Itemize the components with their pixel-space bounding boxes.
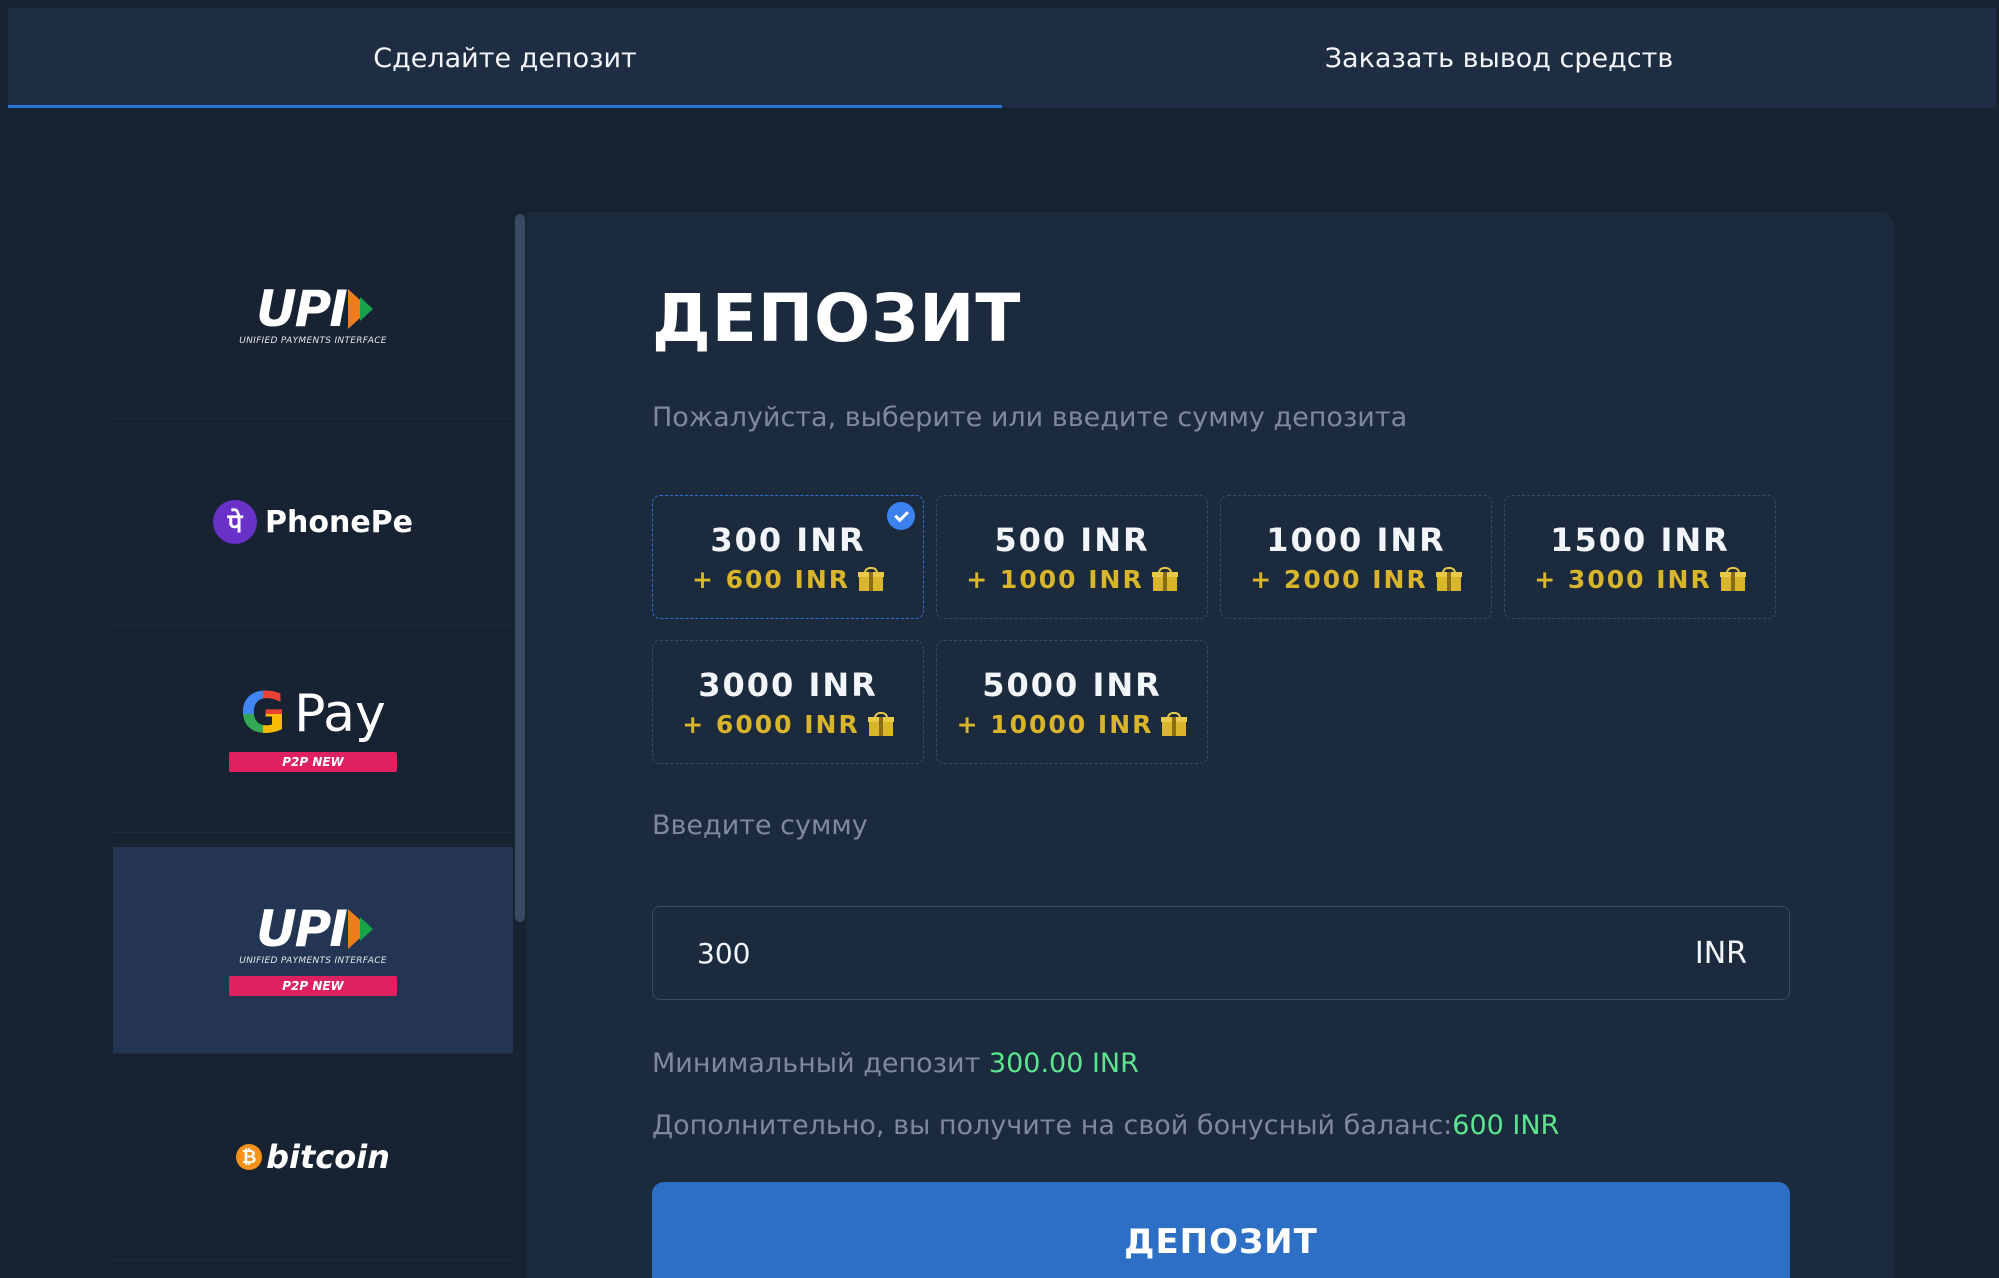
gpay-logo: G Pay	[240, 681, 386, 746]
page: Сделайте депозит Заказать вывод средств …	[0, 0, 1999, 1278]
minimum-deposit-value: 300.00 INR	[988, 1048, 1139, 1079]
phonepe-logo: पे PhonePe	[213, 500, 413, 544]
upi-logo-text: UPI	[256, 900, 348, 958]
bitcoin-logo: ₿ bitcoin	[236, 1138, 390, 1176]
bitcoin-logo-text: bitcoin	[266, 1138, 390, 1176]
method-phonepe[interactable]: पे PhonePe	[113, 419, 513, 626]
tab-deposit[interactable]: Сделайте депозит	[8, 8, 1002, 108]
amount-bonus-text: + 10000 INR	[956, 709, 1154, 739]
deposit-card: UPI UNIFIED PAYMENTS INTERFACE पे PhoneP…	[113, 212, 1894, 1278]
tab-deposit-label: Сделайте депозит	[373, 42, 637, 74]
amount-value: 500 INR	[994, 520, 1150, 559]
upi-logo-text: UPI	[256, 280, 348, 338]
amount-option-300[interactable]: 300 INR + 600 INR	[652, 495, 924, 619]
page-subtitle: Пожалуйста, выберите или введите сумму д…	[652, 402, 1408, 433]
upi-arrow-icon	[347, 289, 373, 329]
gift-icon	[1719, 567, 1746, 591]
amount-option-5000[interactable]: 5000 INR + 10000 INR	[936, 640, 1208, 764]
google-g-icon: G	[240, 681, 287, 746]
minimum-deposit-note: Минимальный депозит 300.00 INR	[652, 1048, 1139, 1079]
amount-bonus-text: + 6000 INR	[682, 709, 860, 739]
page-title: ДЕПОЗИТ	[652, 280, 1022, 357]
amount-bonus-text: + 3000 INR	[1534, 564, 1712, 594]
amount-value: 5000 INR	[982, 665, 1162, 704]
amount-bonus: + 1000 INR	[966, 564, 1178, 594]
amount-bonus: + 600 INR	[692, 565, 884, 594]
method-upi-p2p[interactable]: UPI UNIFIED PAYMENTS INTERFACE P2P NEW	[113, 847, 513, 1054]
gift-icon	[858, 567, 884, 591]
gift-icon	[1435, 567, 1462, 591]
amount-bonus: + 2000 INR	[1250, 564, 1462, 594]
bonus-balance-value: 600 INR	[1452, 1110, 1560, 1141]
bonus-balance-label: Дополнительно, вы получите на свой бонус…	[652, 1110, 1453, 1141]
tab-bar: Сделайте депозит Заказать вывод средств	[8, 8, 1996, 108]
tab-withdraw-label: Заказать вывод средств	[1324, 42, 1674, 74]
amount-input-label: Введите сумму	[652, 810, 868, 841]
p2p-new-badge: P2P NEW	[229, 976, 397, 996]
amount-input-box[interactable]: INR	[652, 906, 1790, 1000]
currency-label: INR	[1694, 935, 1747, 971]
amount-bonus: + 10000 INR	[957, 710, 1188, 739]
amount-option-1000[interactable]: 1000 INR + 2000 INR	[1220, 495, 1492, 619]
amount-bonus: + 3000 INR	[1534, 564, 1746, 594]
p2p-new-badge: P2P NEW	[229, 752, 397, 772]
deposit-button[interactable]: ДЕПОЗИТ	[652, 1182, 1790, 1278]
amount-option-1500[interactable]: 1500 INR + 3000 INR	[1504, 495, 1776, 619]
tab-withdraw[interactable]: Заказать вывод средств	[1002, 8, 1996, 108]
amount-input[interactable]	[695, 935, 1695, 971]
check-icon	[887, 502, 915, 530]
amount-bonus-text: + 2000 INR	[1250, 564, 1428, 594]
minimum-deposit-label: Минимальный депозит	[652, 1048, 989, 1079]
amount-option-500[interactable]: 500 INR + 1000 INR	[936, 495, 1208, 619]
gift-icon	[867, 712, 894, 736]
amount-option-3000[interactable]: 3000 INR + 6000 INR	[652, 640, 924, 764]
amount-value: 1500 INR	[1550, 520, 1730, 559]
payment-method-list: UPI UNIFIED PAYMENTS INTERFACE पे PhoneP…	[113, 212, 513, 1278]
amount-value: 300 INR	[710, 520, 866, 559]
upi-logo: UPI UNIFIED PAYMENTS INTERFACE	[239, 284, 387, 346]
amount-bonus: + 6000 INR	[682, 709, 894, 739]
bonus-balance-note: Дополнительно, вы получите на свой бонус…	[652, 1110, 1559, 1141]
scrollbar-thumb[interactable]	[515, 214, 525, 922]
sidebar-scrollbar[interactable]	[513, 212, 527, 1278]
upi-logo: UPI UNIFIED PAYMENTS INTERFACE	[239, 904, 387, 966]
phonepe-icon: पे	[213, 500, 257, 544]
bitcoin-icon: ₿	[236, 1144, 263, 1170]
method-gpay[interactable]: G Pay P2P NEW	[113, 626, 513, 833]
method-upi[interactable]: UPI UNIFIED PAYMENTS INTERFACE	[113, 212, 513, 419]
gift-icon	[1151, 567, 1178, 591]
amount-bonus-text: + 600 INR	[691, 564, 850, 594]
amount-bonus-text: + 1000 INR	[966, 564, 1144, 594]
amount-value: 3000 INR	[698, 665, 878, 704]
upi-arrow-icon	[347, 909, 373, 949]
gift-icon	[1161, 712, 1188, 736]
phonepe-logo-text: PhonePe	[265, 504, 413, 540]
method-bitcoin[interactable]: ₿ bitcoin	[113, 1054, 513, 1261]
amount-value: 1000 INR	[1266, 520, 1446, 559]
gpay-logo-text: Pay	[294, 684, 386, 744]
